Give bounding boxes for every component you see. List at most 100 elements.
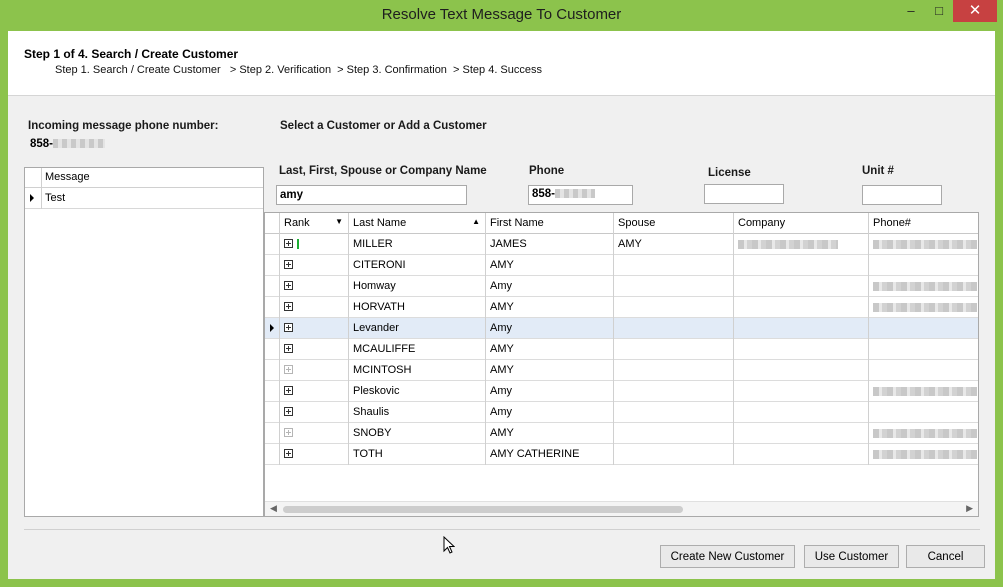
expand-icon[interactable] <box>284 386 293 395</box>
company-cell <box>734 234 869 255</box>
row-selector <box>265 381 280 402</box>
scroll-thumb[interactable] <box>283 506 683 513</box>
phone-cell <box>869 339 978 360</box>
spouse-name-cell <box>614 276 734 297</box>
row-selector <box>265 423 280 444</box>
unit-label: Unit # <box>862 165 894 177</box>
table-row[interactable]: Levander Amy <box>265 318 978 339</box>
last-name-cell: Homway <box>349 276 486 297</box>
step-breadcrumb: Step 1. Search / Create Customer > Step … <box>55 64 543 76</box>
incoming-phone-label: Incoming message phone number: <box>28 120 219 132</box>
expand-icon[interactable] <box>284 428 293 437</box>
create-new-customer-button[interactable]: Create New Customer <box>660 545 795 568</box>
spouse-name-cell <box>614 423 734 444</box>
close-button[interactable]: ✕ <box>953 0 997 22</box>
maximize-button[interactable]: □ <box>926 0 952 22</box>
column-header-phone[interactable]: Phone# <box>869 213 978 234</box>
scroll-left-icon[interactable]: ◀ <box>270 503 277 514</box>
phone-search-value: 858- <box>532 188 556 200</box>
rank-cell <box>280 381 349 402</box>
message-column-header[interactable]: Message <box>45 171 90 183</box>
rank-cell <box>280 444 349 465</box>
expand-icon[interactable] <box>284 407 293 416</box>
incoming-phone-prefix: 858- <box>30 138 54 150</box>
table-row[interactable]: HORVATH AMY <box>265 297 978 318</box>
table-row[interactable]: Shaulis Amy <box>265 402 978 423</box>
horizontal-scrollbar[interactable]: ◀ ▶ <box>265 501 978 516</box>
rank-cell <box>280 297 349 318</box>
message-list[interactable]: Message Test <box>24 167 264 517</box>
first-name-cell: AMY <box>486 255 614 276</box>
mouse-cursor-icon <box>443 536 455 554</box>
row-selector <box>265 276 280 297</box>
phone-cell <box>869 402 978 423</box>
first-name-cell: JAMES <box>486 234 614 255</box>
table-row[interactable]: MCINTOSH AMY <box>265 360 978 381</box>
company-cell <box>734 444 869 465</box>
column-header-company[interactable]: Company <box>734 213 869 234</box>
phone-search-input[interactable]: 858- <box>528 185 633 205</box>
phone-cell <box>869 444 978 465</box>
phone-cell <box>869 423 978 444</box>
message-row[interactable]: Test <box>25 188 263 209</box>
first-name-cell: Amy <box>486 402 614 423</box>
expand-icon[interactable] <box>284 239 293 248</box>
company-cell <box>734 381 869 402</box>
rank-cell <box>280 402 349 423</box>
expand-icon[interactable] <box>284 302 293 311</box>
row-selector <box>265 234 280 255</box>
window-title: Resolve Text Message To Customer <box>381 6 622 23</box>
last-name-cell: Levander <box>349 318 486 339</box>
table-row[interactable]: CITERONI AMY <box>265 255 978 276</box>
company-cell <box>734 360 869 381</box>
rank-cell <box>280 234 349 255</box>
rank-cell <box>280 339 349 360</box>
spouse-name-cell <box>614 444 734 465</box>
row-selector <box>265 318 280 339</box>
column-header-last-name[interactable]: Last Name ▲ <box>349 213 486 234</box>
column-header-rank[interactable]: Rank ▼ <box>280 213 349 234</box>
expand-icon[interactable] <box>284 449 293 458</box>
cancel-button[interactable]: Cancel <box>906 545 985 568</box>
dialog-client: Step 1 of 4. Search / Create Customer St… <box>8 31 995 579</box>
row-selector <box>265 297 280 318</box>
expand-icon[interactable] <box>284 260 293 269</box>
license-input[interactable] <box>704 184 784 204</box>
rank-indicator <box>297 239 299 249</box>
expand-icon[interactable] <box>284 365 293 374</box>
table-row[interactable]: Pleskovic Amy <box>265 381 978 402</box>
column-header-first-name[interactable]: First Name <box>486 213 614 234</box>
expand-icon[interactable] <box>284 281 293 290</box>
row-selector <box>265 444 280 465</box>
use-customer-button[interactable]: Use Customer <box>804 545 899 568</box>
redacted-phone <box>53 139 106 149</box>
table-row[interactable]: SNOBY AMY <box>265 423 978 444</box>
table-row[interactable]: TOTH AMY CATHERINE <box>265 444 978 465</box>
last-name-cell: TOTH <box>349 444 486 465</box>
redacted-company <box>738 239 838 249</box>
last-name-cell: Pleskovic <box>349 381 486 402</box>
scroll-right-icon[interactable]: ▶ <box>966 503 973 514</box>
minimize-button[interactable]: – <box>898 0 924 22</box>
spouse-name-cell <box>614 255 734 276</box>
first-name-cell: Amy <box>486 381 614 402</box>
redacted-phone <box>873 239 977 249</box>
table-row[interactable]: MCAULIFFE AMY <box>265 339 978 360</box>
phone-cell <box>869 276 978 297</box>
phone-cell <box>869 318 978 339</box>
first-name-cell: AMY <box>486 360 614 381</box>
column-header-spouse[interactable]: Spouse <box>614 213 734 234</box>
first-name-cell: Amy <box>486 318 614 339</box>
last-name-cell: MCINTOSH <box>349 360 486 381</box>
unit-input[interactable] <box>862 185 942 205</box>
row-selector <box>265 339 280 360</box>
customer-grid[interactable]: Rank ▼ Last Name ▲ First Name Spouse Com… <box>264 212 979 517</box>
row-indicator-icon <box>270 324 274 332</box>
table-row[interactable]: MILLER JAMES AMY <box>265 234 978 255</box>
table-row[interactable]: Homway Amy <box>265 276 978 297</box>
name-search-input[interactable] <box>276 185 467 205</box>
phone-cell <box>869 297 978 318</box>
expand-icon[interactable] <box>284 323 293 332</box>
expand-icon[interactable] <box>284 344 293 353</box>
last-name-cell: SNOBY <box>349 423 486 444</box>
